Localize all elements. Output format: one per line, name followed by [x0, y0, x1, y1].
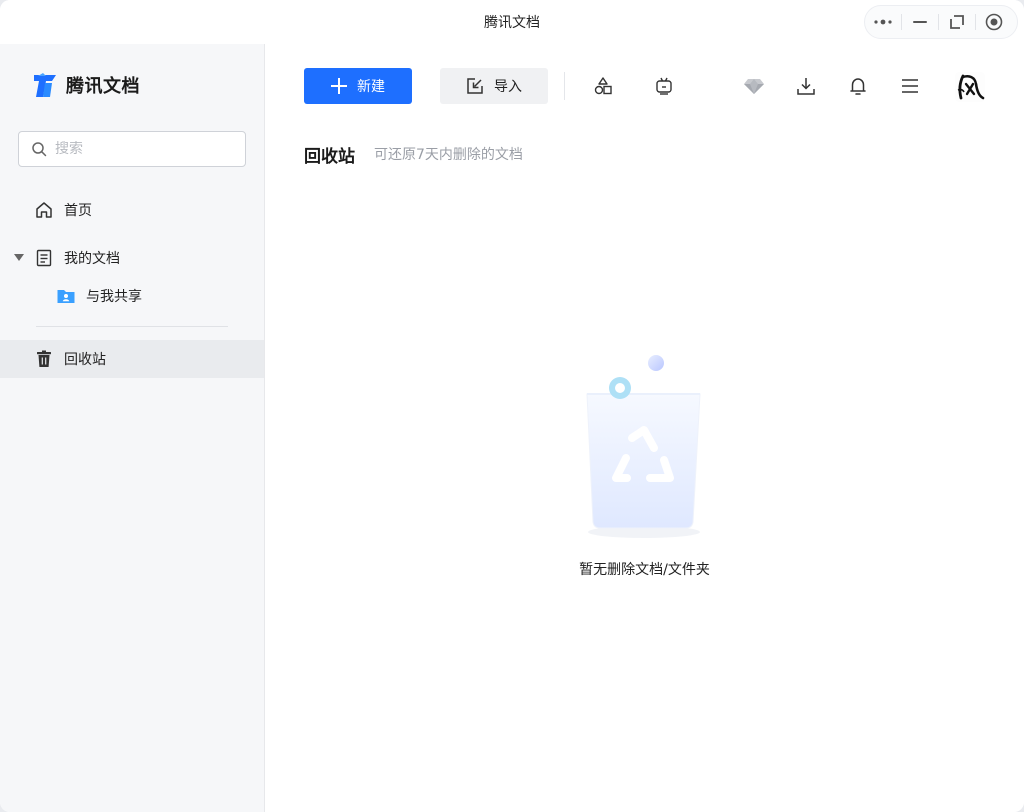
expand-caret-icon[interactable] [14, 254, 24, 261]
sidebar-item-my-docs[interactable]: 我的文档 [0, 239, 264, 277]
user-avatar-icon [955, 72, 985, 102]
shared-folder-icon [57, 290, 75, 303]
search-icon [32, 142, 47, 157]
close-icon[interactable] [976, 5, 1012, 39]
document-icon [36, 249, 52, 267]
menu-icon[interactable] [898, 74, 922, 98]
more-icon[interactable] [865, 5, 901, 39]
download-icon[interactable] [794, 74, 818, 98]
sidebar-item-label: 我的文档 [64, 251, 120, 267]
sidebar-divider [36, 326, 228, 327]
trash-icon [37, 350, 51, 367]
title-bar: 腾讯文档 [0, 0, 1024, 44]
app-logo[interactable]: 腾讯文档 [32, 72, 140, 98]
import-button[interactable]: 导入 [440, 68, 548, 104]
new-button[interactable]: 新建 [304, 68, 412, 104]
app-window: 腾讯文档 腾讯文档 搜索 首页 我的文档 与我共享 回收站 新建 导入 回收站 … [0, 0, 1024, 812]
page-subtitle: 可还原7天内删除的文档 [374, 147, 523, 163]
sidebar-item-label: 回收站 [64, 352, 106, 368]
import-icon [467, 78, 483, 94]
templates-icon[interactable] [591, 74, 615, 98]
window-controls [864, 5, 1018, 39]
search-input[interactable] [55, 141, 225, 157]
main-content: 新建 导入 回收站 可还原7天内删除的文档 暂无删除文档/文件夹 [265, 44, 1024, 812]
premium-diamond-icon[interactable] [742, 74, 766, 98]
import-button-label: 导入 [494, 79, 522, 95]
avatar[interactable] [955, 72, 985, 102]
plus-icon [331, 78, 347, 94]
search-box[interactable] [18, 131, 246, 167]
page-title: 回收站 [304, 147, 355, 167]
sidebar-item-label: 与我共享 [86, 289, 142, 305]
bell-icon[interactable] [846, 74, 870, 98]
minimize-icon[interactable] [902, 5, 938, 39]
logo-text: 腾讯文档 [66, 76, 140, 97]
sidebar: 腾讯文档 首页 我的文档 [0, 44, 265, 812]
sidebar-item-home[interactable]: 首页 [0, 191, 264, 229]
tencent-docs-logo-icon [34, 73, 56, 97]
empty-state-text: 暂无删除文档/文件夹 [579, 562, 710, 578]
toolbar-separator [564, 72, 565, 100]
restore-icon[interactable] [939, 5, 975, 39]
sidebar-item-shared-with-me[interactable]: 与我共享 [0, 277, 264, 315]
sidebar-item-label: 首页 [64, 203, 92, 219]
empty-trash-illustration-icon [586, 355, 701, 538]
tv-icon[interactable] [652, 74, 676, 98]
new-button-label: 新建 [357, 79, 385, 95]
home-icon [36, 202, 52, 218]
sidebar-item-trash[interactable]: 回收站 [0, 340, 264, 378]
